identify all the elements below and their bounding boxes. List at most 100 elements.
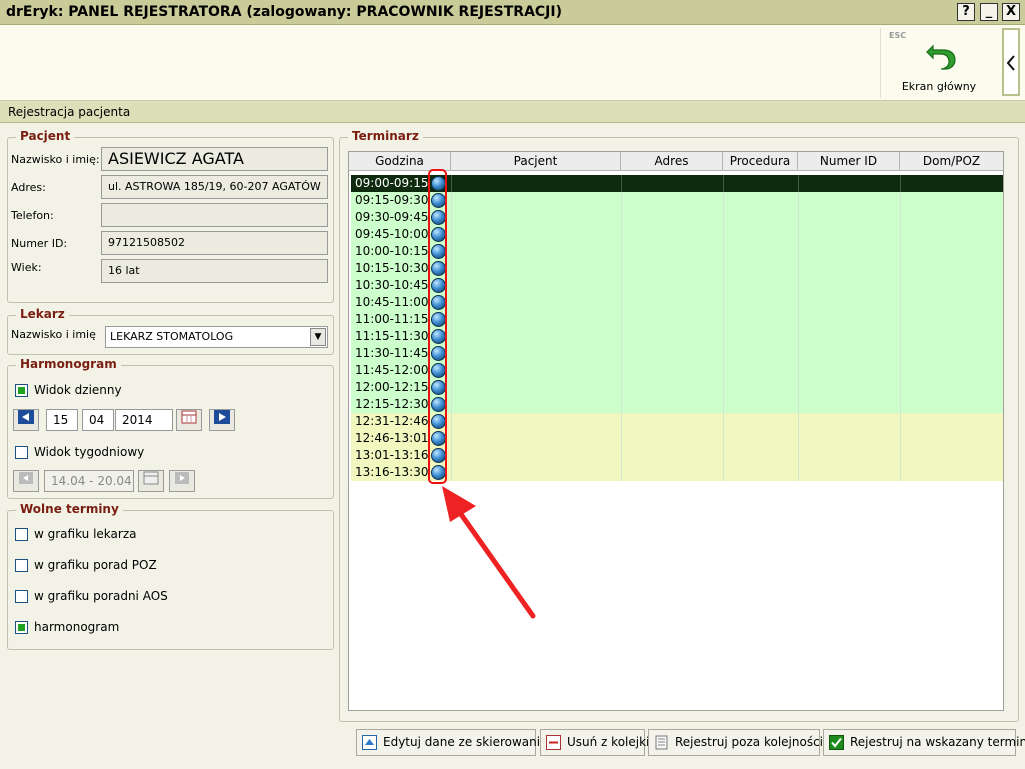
table-row[interactable]: 09:45-10:00 <box>351 226 1003 243</box>
free-slot-checkbox[interactable] <box>15 559 28 572</box>
table-row[interactable]: 10:30-10:45 <box>351 277 1003 294</box>
column-divider <box>451 192 452 209</box>
table-row[interactable]: 10:15-10:30 <box>351 260 1003 277</box>
free-slot-checkbox[interactable] <box>15 528 28 541</box>
patient-id-field[interactable]: 97121508502 <box>101 231 328 255</box>
table-row[interactable]: 11:15-11:30 <box>351 328 1003 345</box>
table-row[interactable]: 12:46-13:01 <box>351 430 1003 447</box>
column-divider <box>451 328 452 345</box>
annotation-arrow-icon <box>442 486 536 619</box>
column-divider <box>621 209 622 226</box>
column-divider <box>798 396 799 413</box>
patient-name-field[interactable]: ASIEWICZ AGATA <box>101 147 328 171</box>
table-row[interactable]: 11:30-11:45 <box>351 345 1003 362</box>
column-divider <box>621 328 622 345</box>
column-divider <box>723 328 724 345</box>
slot-time: 13:16-13:30 <box>355 465 429 479</box>
column-divider <box>723 294 724 311</box>
next-day-button[interactable] <box>209 409 235 431</box>
table-row[interactable]: 12:15-12:30 <box>351 396 1003 413</box>
close-button[interactable]: X <box>1002 3 1020 21</box>
year-input[interactable]: 2014 <box>115 409 173 431</box>
doctor-legend: Lekarz <box>16 307 69 321</box>
column-divider <box>723 260 724 277</box>
column-divider <box>451 175 452 192</box>
arrow-right-icon <box>214 410 230 424</box>
week-calendar-button[interactable] <box>138 470 164 492</box>
free-slot-label: w grafiku porad POZ <box>34 558 157 572</box>
table-row[interactable]: 12:00-12:15 <box>351 379 1003 396</box>
title-bar: drEryk: PANEL REJESTRATORA (zalogowany: … <box>0 0 1025 25</box>
slot-time: 09:15-09:30 <box>355 193 429 207</box>
schedule-legend: Harmonogram <box>16 357 121 371</box>
table-header: Godzina Pacjent Adres Procedura Numer ID… <box>349 152 1003 171</box>
edit-referral-button[interactable]: Edytuj dane ze skierowania <box>356 729 547 756</box>
column-divider <box>451 379 452 396</box>
window-title: drEryk: PANEL REJESTRATORA (zalogowany: … <box>6 4 563 20</box>
annotation-highlight-box <box>428 169 447 484</box>
doctor-selected-value: LEKARZ STOMATOLOG <box>110 330 234 343</box>
table-row[interactable]: 10:00-10:15 <box>351 243 1003 260</box>
register-slot-button[interactable]: Rejestruj na wskazany termin <box>823 729 1025 756</box>
check-icon <box>829 735 844 750</box>
next-week-button[interactable] <box>169 470 195 492</box>
table-row[interactable]: 11:45-12:00 <box>351 362 1003 379</box>
column-header[interactable]: Pacjent <box>451 152 621 171</box>
calendar-button[interactable] <box>176 409 202 431</box>
doctor-group: Lekarz Nazwisko i imię LEKARZ STOMATOLOG… <box>7 307 334 355</box>
week-range-input[interactable]: 14.04 - 20.04 <box>44 470 134 492</box>
table-row[interactable]: 13:01-13:16 <box>351 447 1003 464</box>
patient-id-label: Numer ID: <box>11 237 68 250</box>
patient-legend: Pacjent <box>16 129 75 143</box>
doctor-select[interactable]: LEKARZ STOMATOLOG ▼ <box>105 326 328 348</box>
column-divider <box>451 311 452 328</box>
column-divider <box>798 464 799 481</box>
table-row[interactable]: 10:45-11:00 <box>351 294 1003 311</box>
patient-age-field[interactable]: 16 lat <box>101 259 328 283</box>
patient-phone-field[interactable] <box>101 203 328 227</box>
column-divider <box>621 379 622 396</box>
register-outside-queue-button[interactable]: Rejestruj poza kolejnością <box>648 729 830 756</box>
column-header[interactable]: Numer ID <box>798 152 900 171</box>
column-divider <box>900 311 901 328</box>
home-screen-button[interactable]: ESC Ekran główny <box>880 28 1000 98</box>
toolbar: ESC Ekran główny <box>0 25 1025 101</box>
free-slots-legend: Wolne terminy <box>16 502 123 516</box>
prev-week-button[interactable] <box>13 470 39 492</box>
column-divider <box>451 396 452 413</box>
daily-view-checkbox[interactable] <box>15 384 28 397</box>
column-header[interactable]: Procedura <box>723 152 798 171</box>
column-divider <box>798 311 799 328</box>
column-divider <box>798 379 799 396</box>
slot-time: 10:00-10:15 <box>355 244 429 258</box>
month-input[interactable]: 04 <box>82 409 114 431</box>
column-divider <box>621 175 622 192</box>
free-slot-checkbox[interactable] <box>15 621 28 634</box>
column-divider <box>900 464 901 481</box>
slot-time: 10:15-10:30 <box>355 261 429 275</box>
prev-day-button[interactable] <box>13 409 39 431</box>
table-row[interactable]: 09:00-09:15 <box>351 175 1003 192</box>
slot-time: 11:00-11:15 <box>355 312 429 326</box>
table-row[interactable]: 11:00-11:15 <box>351 311 1003 328</box>
help-button[interactable]: ? <box>957 3 975 21</box>
free-slot-checkbox[interactable] <box>15 590 28 603</box>
table-row[interactable]: 09:30-09:45 <box>351 209 1003 226</box>
remove-from-queue-button[interactable]: Usuń z kolejki <box>540 729 649 756</box>
weekly-view-checkbox[interactable] <box>15 446 28 459</box>
column-header[interactable]: Adres <box>621 152 723 171</box>
chevron-down-icon[interactable]: ▼ <box>310 328 326 346</box>
column-header[interactable]: Dom/POZ <box>900 152 1003 171</box>
column-divider <box>723 226 724 243</box>
day-input[interactable]: 15 <box>46 409 78 431</box>
column-divider <box>900 362 901 379</box>
free-slot-label: w grafiku lekarza <box>34 527 137 541</box>
patient-phone-label: Telefon: <box>11 209 54 222</box>
collapse-panel-button[interactable] <box>1002 28 1020 96</box>
arrow-left-icon <box>19 472 33 484</box>
table-row[interactable]: 09:15-09:30 <box>351 192 1003 209</box>
minimize-button[interactable]: _ <box>980 3 998 21</box>
table-row[interactable]: 12:31-12:46 <box>351 413 1003 430</box>
column-divider <box>798 447 799 464</box>
patient-address-field[interactable]: ul. ASTROWA 185/19, 60-207 AGATÓW <box>101 175 328 199</box>
